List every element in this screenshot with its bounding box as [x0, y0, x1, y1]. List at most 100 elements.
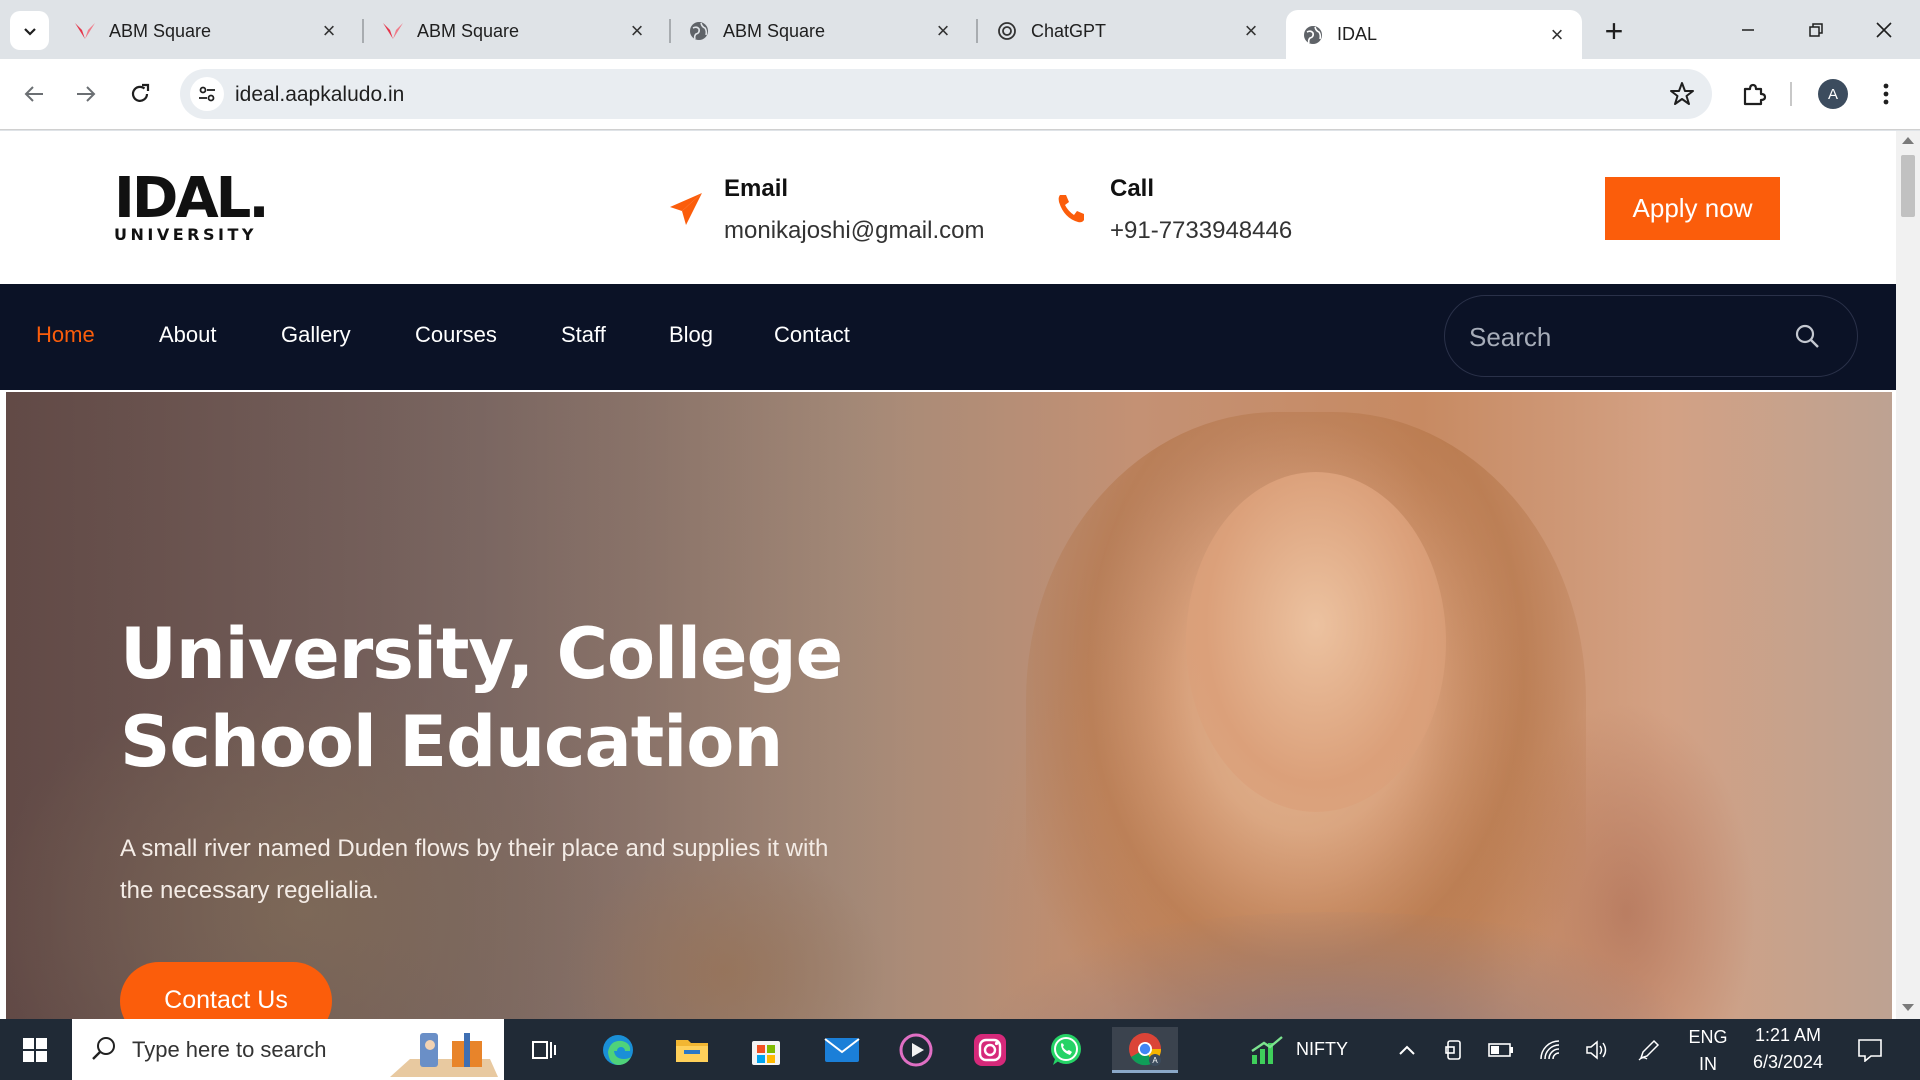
nav-contact[interactable]: Contact: [774, 322, 850, 348]
forward-button[interactable]: [66, 74, 106, 114]
scroll-down-icon[interactable]: [1902, 1004, 1914, 1011]
hero-banner: University, College School Education A s…: [6, 392, 1892, 1019]
chevron-down-icon: [23, 27, 36, 36]
back-button[interactable]: [14, 74, 54, 114]
arrow-right-icon: [77, 86, 96, 102]
clock[interactable]: 1:21 AM 6/3/2024: [1740, 1025, 1836, 1073]
tab-abm-square-1[interactable]: ABM Square ×: [58, 10, 354, 52]
tab-search-button[interactable]: [10, 11, 49, 50]
battery-icon[interactable]: [1486, 1035, 1516, 1065]
new-tab-button[interactable]: +: [1596, 14, 1632, 50]
close-window-button[interactable]: [1856, 10, 1912, 50]
browser-tab-bar: ABM Square × ABM Square × ABM Square × C…: [0, 0, 1920, 59]
task-view-button[interactable]: [520, 1027, 568, 1073]
profile-button[interactable]: A: [1813, 74, 1853, 114]
site-logo[interactable]: IDAL. UNIVERSITY: [114, 166, 270, 245]
tab-separator: [362, 19, 364, 43]
file-explorer-button[interactable]: [668, 1027, 716, 1073]
media-player-icon: [899, 1033, 933, 1067]
instagram-button[interactable]: [966, 1027, 1014, 1073]
whatsapp-button[interactable]: [1042, 1027, 1090, 1073]
reload-button[interactable]: [120, 74, 160, 114]
edge-button[interactable]: [594, 1027, 642, 1073]
hero-title: University, College School Education: [120, 610, 1020, 786]
tab-abm-square-3[interactable]: ABM Square ×: [672, 10, 968, 52]
microsoft-store-button[interactable]: [742, 1027, 790, 1073]
chevron-up-icon: [1399, 1045, 1415, 1055]
language-indicator[interactable]: ENG IN: [1686, 1027, 1730, 1075]
nav-staff[interactable]: Staff: [561, 322, 606, 348]
kebab-menu-icon: [1883, 83, 1889, 105]
call-contact: Call +91-7733948446: [1052, 171, 1292, 245]
tab-separator: [976, 19, 978, 43]
start-button[interactable]: [0, 1019, 70, 1080]
svg-text:A: A: [1152, 1056, 1158, 1065]
abm-logo-icon: [382, 20, 404, 42]
search-icon[interactable]: [1793, 322, 1821, 350]
notifications-button[interactable]: [1855, 1035, 1885, 1065]
tab-idal[interactable]: IDAL ×: [1286, 10, 1582, 59]
task-view-icon: [532, 1041, 556, 1059]
hero-title-line-1: University, College: [120, 613, 843, 695]
mail-button[interactable]: [818, 1027, 866, 1073]
nifty-stock-icon[interactable]: [1250, 1035, 1284, 1065]
wifi-icon[interactable]: [1536, 1035, 1566, 1065]
nav-courses[interactable]: Courses: [415, 322, 497, 348]
contact-us-button[interactable]: Contact Us: [120, 962, 332, 1019]
reload-icon: [131, 83, 150, 102]
site-header: IDAL. UNIVERSITY Email monikajoshi@gmail…: [0, 131, 1896, 284]
chrome-button[interactable]: A: [1112, 1027, 1178, 1073]
minimize-button[interactable]: [1720, 10, 1776, 50]
call-value[interactable]: +91-7733948446: [1110, 217, 1292, 245]
toolbar-divider: [1790, 82, 1792, 106]
extensions-button[interactable]: [1734, 74, 1774, 114]
restore-icon: [1809, 23, 1823, 37]
nav-home[interactable]: Home: [36, 322, 95, 348]
nav-about[interactable]: About: [159, 322, 217, 348]
nav-gallery[interactable]: Gallery: [281, 322, 351, 348]
bookmark-star-icon[interactable]: [1668, 80, 1696, 108]
pen-menu-icon[interactable]: [1634, 1035, 1664, 1065]
search-icon: [90, 1035, 118, 1063]
meet-now-icon[interactable]: [1440, 1035, 1470, 1065]
close-tab-icon[interactable]: ×: [626, 18, 648, 43]
close-tab-icon[interactable]: ×: [1546, 22, 1568, 47]
restore-button[interactable]: [1788, 10, 1844, 50]
stock-ticker-label[interactable]: NIFTY: [1296, 1039, 1348, 1060]
browser-menu-button[interactable]: [1866, 74, 1906, 114]
avatar: A: [1818, 79, 1848, 109]
minimize-icon: [1742, 29, 1754, 31]
media-player-button[interactable]: [892, 1027, 940, 1073]
page-scrollbar[interactable]: [1896, 131, 1920, 1019]
apply-now-button[interactable]: Apply now: [1605, 177, 1780, 240]
url-text[interactable]: ideal.aapkaludo.in: [235, 83, 404, 107]
tab-title: IDAL: [1337, 24, 1378, 44]
site-search-input[interactable]: Search: [1444, 295, 1858, 377]
volume-icon[interactable]: [1582, 1035, 1612, 1065]
address-bar[interactable]: ideal.aapkaludo.in: [180, 69, 1712, 119]
notification-icon: [1858, 1039, 1882, 1062]
phone-icon: [1052, 189, 1092, 229]
email-value[interactable]: monikajoshi@gmail.com: [724, 217, 984, 245]
browser-toolbar: ideal.aapkaludo.in A: [0, 59, 1920, 130]
taskbar-search-box[interactable]: Type here to search: [72, 1019, 504, 1080]
windows-logo-icon: [23, 1037, 47, 1062]
close-tab-icon[interactable]: ×: [1240, 18, 1262, 43]
web-page: IDAL. UNIVERSITY Email monikajoshi@gmail…: [0, 131, 1896, 1019]
tab-chatgpt[interactable]: ChatGPT ×: [980, 10, 1276, 52]
close-tab-icon[interactable]: ×: [932, 18, 954, 43]
scroll-up-icon[interactable]: [1902, 137, 1914, 144]
nav-blog[interactable]: Blog: [669, 322, 713, 348]
scrollbar-thumb[interactable]: [1901, 155, 1915, 217]
hero-text-line-1: A small river named Duden flows by their…: [120, 835, 829, 862]
hero-photo-face: [1186, 472, 1446, 812]
taskbar-search-placeholder: Type here to search: [132, 1037, 327, 1062]
edge-icon: [603, 1035, 633, 1065]
site-info-button[interactable]: [190, 77, 224, 111]
logo-main: IDAL.: [114, 166, 270, 231]
hero-text-line-2: the necessary regelialia.: [120, 877, 379, 904]
tab-abm-square-2[interactable]: ABM Square ×: [366, 10, 662, 52]
show-hidden-icons-button[interactable]: [1392, 1035, 1422, 1065]
arrow-left-icon: [24, 86, 43, 102]
close-tab-icon[interactable]: ×: [318, 18, 340, 43]
